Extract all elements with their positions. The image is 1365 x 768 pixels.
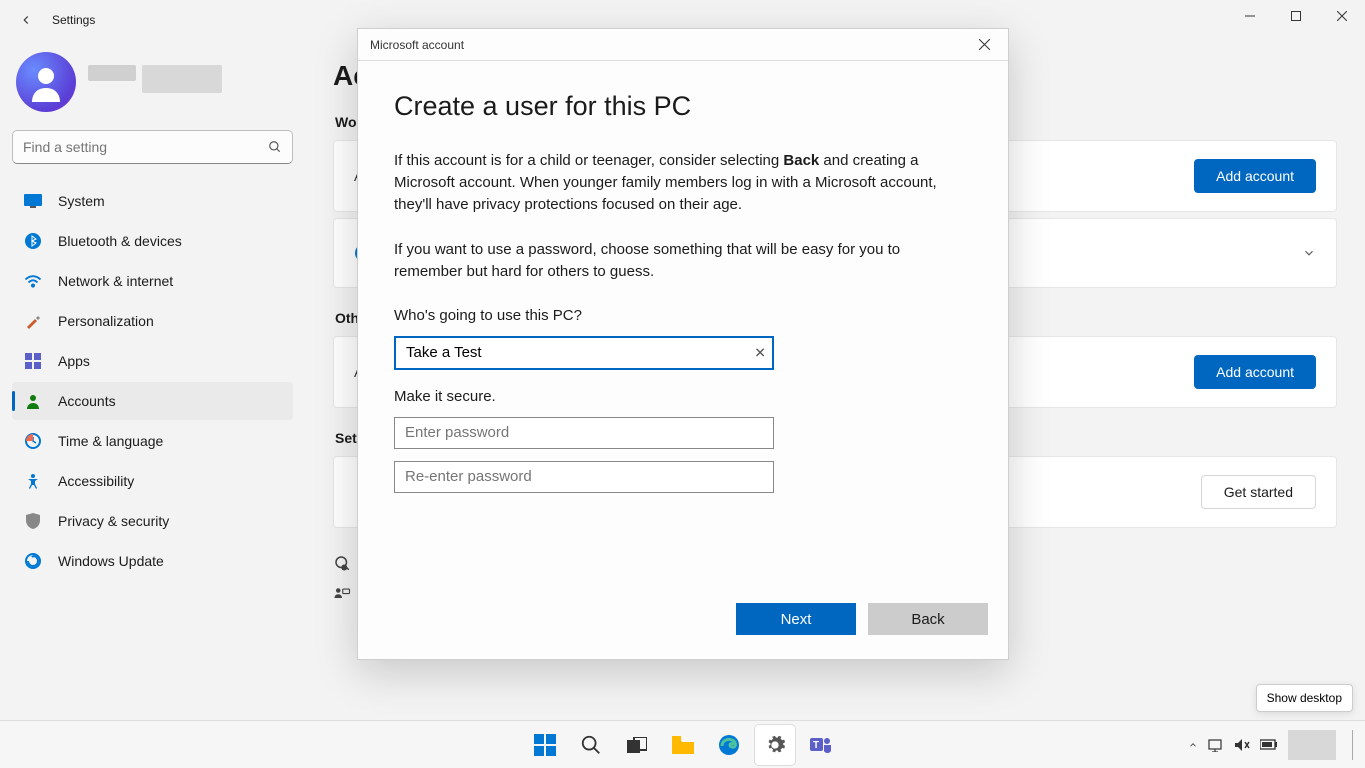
user-text-placeholder	[88, 65, 222, 99]
shield-icon	[24, 512, 42, 530]
add-account-button[interactable]: Add account	[1194, 159, 1316, 193]
taskbar-search[interactable]	[571, 725, 611, 765]
nav-privacy[interactable]: Privacy & security	[12, 502, 293, 540]
person-icon	[24, 392, 42, 410]
search-icon	[268, 140, 282, 154]
text: If this account is for a child or teenag…	[394, 152, 783, 169]
nav-personalization[interactable]: Personalization	[12, 302, 293, 340]
tray-sound-icon[interactable]	[1234, 738, 1250, 752]
svg-text:T: T	[812, 740, 818, 751]
nav-label: Personalization	[58, 313, 154, 329]
next-button[interactable]: Next	[736, 603, 856, 635]
show-desktop-tooltip: Show desktop	[1256, 684, 1353, 712]
chevron-down-icon	[1302, 246, 1316, 260]
bluetooth-icon	[24, 232, 42, 250]
nav-accessibility[interactable]: Accessibility	[12, 462, 293, 500]
feedback-icon[interactable]	[333, 586, 351, 604]
window-title: Settings	[52, 13, 95, 27]
minimize-button[interactable]	[1227, 0, 1273, 32]
modal-paragraph-2: If you want to use a password, choose so…	[394, 239, 972, 283]
nav-label: Accounts	[58, 393, 116, 409]
modal-header: Microsoft account	[358, 29, 1008, 61]
modal-paragraph-1: If this account is for a child or teenag…	[394, 150, 972, 215]
nav-label: Time & language	[58, 433, 163, 449]
nav-label: Windows Update	[58, 553, 164, 569]
nav-bluetooth[interactable]: Bluetooth & devices	[12, 222, 293, 260]
edge-browser[interactable]	[709, 725, 749, 765]
search-box[interactable]	[12, 130, 293, 164]
username-input[interactable]	[394, 336, 774, 370]
modal-title: Create a user for this PC	[394, 91, 972, 122]
nav-label: System	[58, 193, 105, 209]
modal-close-button[interactable]	[972, 33, 996, 57]
brush-icon	[24, 312, 42, 330]
modal-body: Create a user for this PC If this accoun…	[358, 61, 1008, 603]
password-label: Make it secure.	[394, 388, 972, 405]
close-button[interactable]	[1319, 0, 1365, 32]
file-explorer[interactable]	[663, 725, 703, 765]
nav-update[interactable]: Windows Update	[12, 542, 293, 580]
avatar	[16, 52, 76, 112]
window-controls	[1227, 0, 1365, 32]
get-started-button[interactable]: Get started	[1201, 475, 1316, 509]
username-label: Who's going to use this PC?	[394, 307, 972, 324]
nav-network[interactable]: Network & internet	[12, 262, 293, 300]
tray-chevron-icon[interactable]	[1188, 740, 1198, 750]
update-icon	[24, 552, 42, 570]
taskbar-right	[1188, 730, 1355, 760]
password-confirm-input[interactable]	[394, 461, 774, 493]
taskbar: T	[0, 720, 1365, 768]
modal-create-user: Microsoft account Create a user for this…	[357, 28, 1009, 660]
nav-label: Network & internet	[58, 273, 173, 289]
tray-clock-placeholder[interactable]	[1288, 730, 1336, 760]
wifi-icon	[24, 272, 42, 290]
modal-header-title: Microsoft account	[370, 38, 464, 52]
sidebar: System Bluetooth & devices Network & int…	[0, 40, 305, 768]
system-icon	[24, 192, 42, 210]
apps-icon	[24, 352, 42, 370]
tray-battery-icon[interactable]	[1260, 739, 1278, 751]
nav-apps[interactable]: Apps	[12, 342, 293, 380]
clock-icon	[24, 432, 42, 450]
username-field-wrap: ✕	[394, 336, 774, 370]
user-profile[interactable]	[16, 52, 289, 112]
nav-system[interactable]: System	[12, 182, 293, 220]
add-account-button-2[interactable]: Add account	[1194, 355, 1316, 389]
nav-label: Accessibility	[58, 473, 134, 489]
taskbar-center: T	[525, 725, 841, 765]
nav-label: Apps	[58, 353, 90, 369]
modal-footer: Next Back	[358, 603, 1008, 659]
back-button[interactable]	[12, 6, 40, 34]
nav-list: System Bluetooth & devices Network & int…	[12, 182, 293, 580]
maximize-button[interactable]	[1273, 0, 1319, 32]
back-button[interactable]: Back	[868, 603, 988, 635]
task-view[interactable]	[617, 725, 657, 765]
tray-network-icon[interactable]	[1208, 738, 1224, 752]
nav-label: Bluetooth & devices	[58, 233, 182, 249]
clear-input-button[interactable]: ✕	[754, 344, 766, 361]
teams-app[interactable]: T	[801, 725, 841, 765]
nav-accounts[interactable]: Accounts	[12, 382, 293, 420]
settings-app[interactable]	[755, 725, 795, 765]
nav-label: Privacy & security	[58, 513, 169, 529]
nav-time[interactable]: Time & language	[12, 422, 293, 460]
start-button[interactable]	[525, 725, 565, 765]
password-input[interactable]	[394, 417, 774, 449]
help-icon[interactable]	[333, 554, 351, 572]
accessibility-icon	[24, 472, 42, 490]
text-bold: Back	[783, 152, 819, 169]
show-desktop-edge[interactable]	[1352, 730, 1355, 760]
search-input[interactable]	[23, 139, 268, 155]
